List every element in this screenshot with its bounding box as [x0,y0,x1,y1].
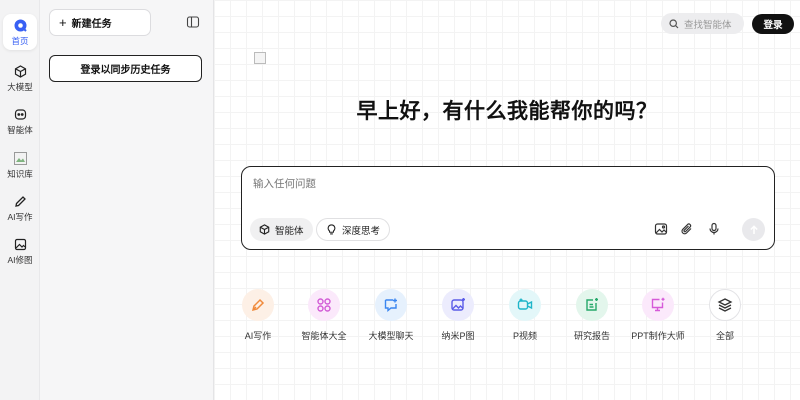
quick-action-llm-chat[interactable]: 大模型聊天 [359,289,423,342]
quick-action-label: 大模型聊天 [368,331,414,341]
quick-action-circle [242,289,274,321]
rail-item-label: AI写作 [7,212,33,222]
left-rail: 首页 大模型 智能体 知识库 AI写作 AI修图 [0,0,40,400]
pen-icon [12,193,28,209]
broken-image-icon [12,150,28,166]
quick-action-agent-catalog[interactable]: 智能体大全 [292,289,356,342]
rail-item-knowledge[interactable]: 知识库 [0,150,40,180]
plus-icon: + [59,15,67,30]
pen-nib-icon [251,298,265,312]
image-upload-icon[interactable] [654,222,668,236]
arrow-up-icon [749,224,758,234]
login-button[interactable]: 登录 [752,14,794,34]
chat-input-box: 智能体 深度思考 [241,166,775,250]
cube-icon [12,63,28,79]
report-icon [586,298,598,311]
chat-bubble-icon [384,298,397,312]
quick-action-nano-image[interactable]: 纳米P图 [426,289,490,342]
quick-action-label: PPT制作大师 [631,331,685,341]
agent-search-input[interactable]: 查找智能体 [661,13,744,34]
robot-icon [12,106,28,122]
rail-item-label: 知识库 [7,169,33,179]
microphone-icon[interactable] [707,222,721,236]
quick-action-circle [308,289,340,321]
quick-action-label: 纳米P图 [441,331,475,341]
quick-action-ppt-master[interactable]: PPT制作大师 [626,289,690,342]
logo-broken-image [254,52,266,64]
grid-circles-icon [317,298,331,312]
quick-action-label: AI写作 [244,331,272,341]
rail-item-ai-writing[interactable]: AI写作 [0,193,40,223]
quick-action-label: P视频 [512,331,537,341]
rail-item-label: 首页 [11,36,29,46]
quick-action-circle [642,289,674,321]
home-icon [12,17,28,33]
new-task-label: 新建任务 [71,19,112,30]
chip-label: 智能体 [275,225,304,237]
login-sync-history-button[interactable]: 登录以同步历史任务 [49,55,202,82]
send-button[interactable] [742,218,765,241]
sidebar-toggle-icon[interactable] [186,15,200,29]
presentation-icon [651,297,665,312]
quick-action-label: 智能体大全 [301,331,347,341]
image-icon [12,236,28,252]
rail-item-label: 智能体 [7,125,33,135]
rail-item-agents[interactable]: 智能体 [0,106,40,136]
cube-icon [259,224,270,235]
greeting-title: 早上好，有什么我能帮你的吗？ [356,100,658,123]
lightbulb-icon [327,224,336,235]
main-area: 查找智能体 登录 早上好，有什么我能帮你的吗？ 智能体 深度思考 A [214,0,800,400]
question-input[interactable] [253,178,733,190]
rail-item-ai-retouch[interactable]: AI修图 [0,236,40,266]
quick-action-circle [509,289,541,321]
search-icon [669,18,679,28]
quick-action-label: 研究报告 [573,331,610,341]
layers-icon [717,298,733,312]
quick-action-circle [576,289,608,321]
image-sparkle-icon [451,298,465,311]
side-panel: + 新建任务 登录以同步历史任务 [40,0,214,400]
new-task-button[interactable]: + 新建任务 [49,9,151,36]
deep-think-chip[interactable]: 深度思考 [316,218,391,241]
rail-item-label: AI修图 [7,255,33,265]
video-camera-icon [517,298,533,310]
rail-item-models[interactable]: 大模型 [0,63,40,93]
chip-label: 深度思考 [342,225,381,237]
rail-item-label: 大模型 [7,82,33,92]
quick-action-video[interactable]: P视频 [493,289,557,342]
search-placeholder: 查找智能体 [684,19,732,31]
rail-item-home[interactable]: 首页 [3,14,37,50]
quick-action-circle [442,289,474,321]
quick-action-circle [709,289,741,321]
quick-action-ai-writing[interactable]: AI写作 [226,289,290,342]
quick-action-research-report[interactable]: 研究报告 [560,289,624,342]
quick-action-circle [375,289,407,321]
agent-mode-chip[interactable]: 智能体 [250,218,313,241]
quick-action-label: 全部 [715,331,734,341]
quick-action-all[interactable]: 全部 [693,289,757,342]
attachment-icon[interactable] [680,222,694,236]
